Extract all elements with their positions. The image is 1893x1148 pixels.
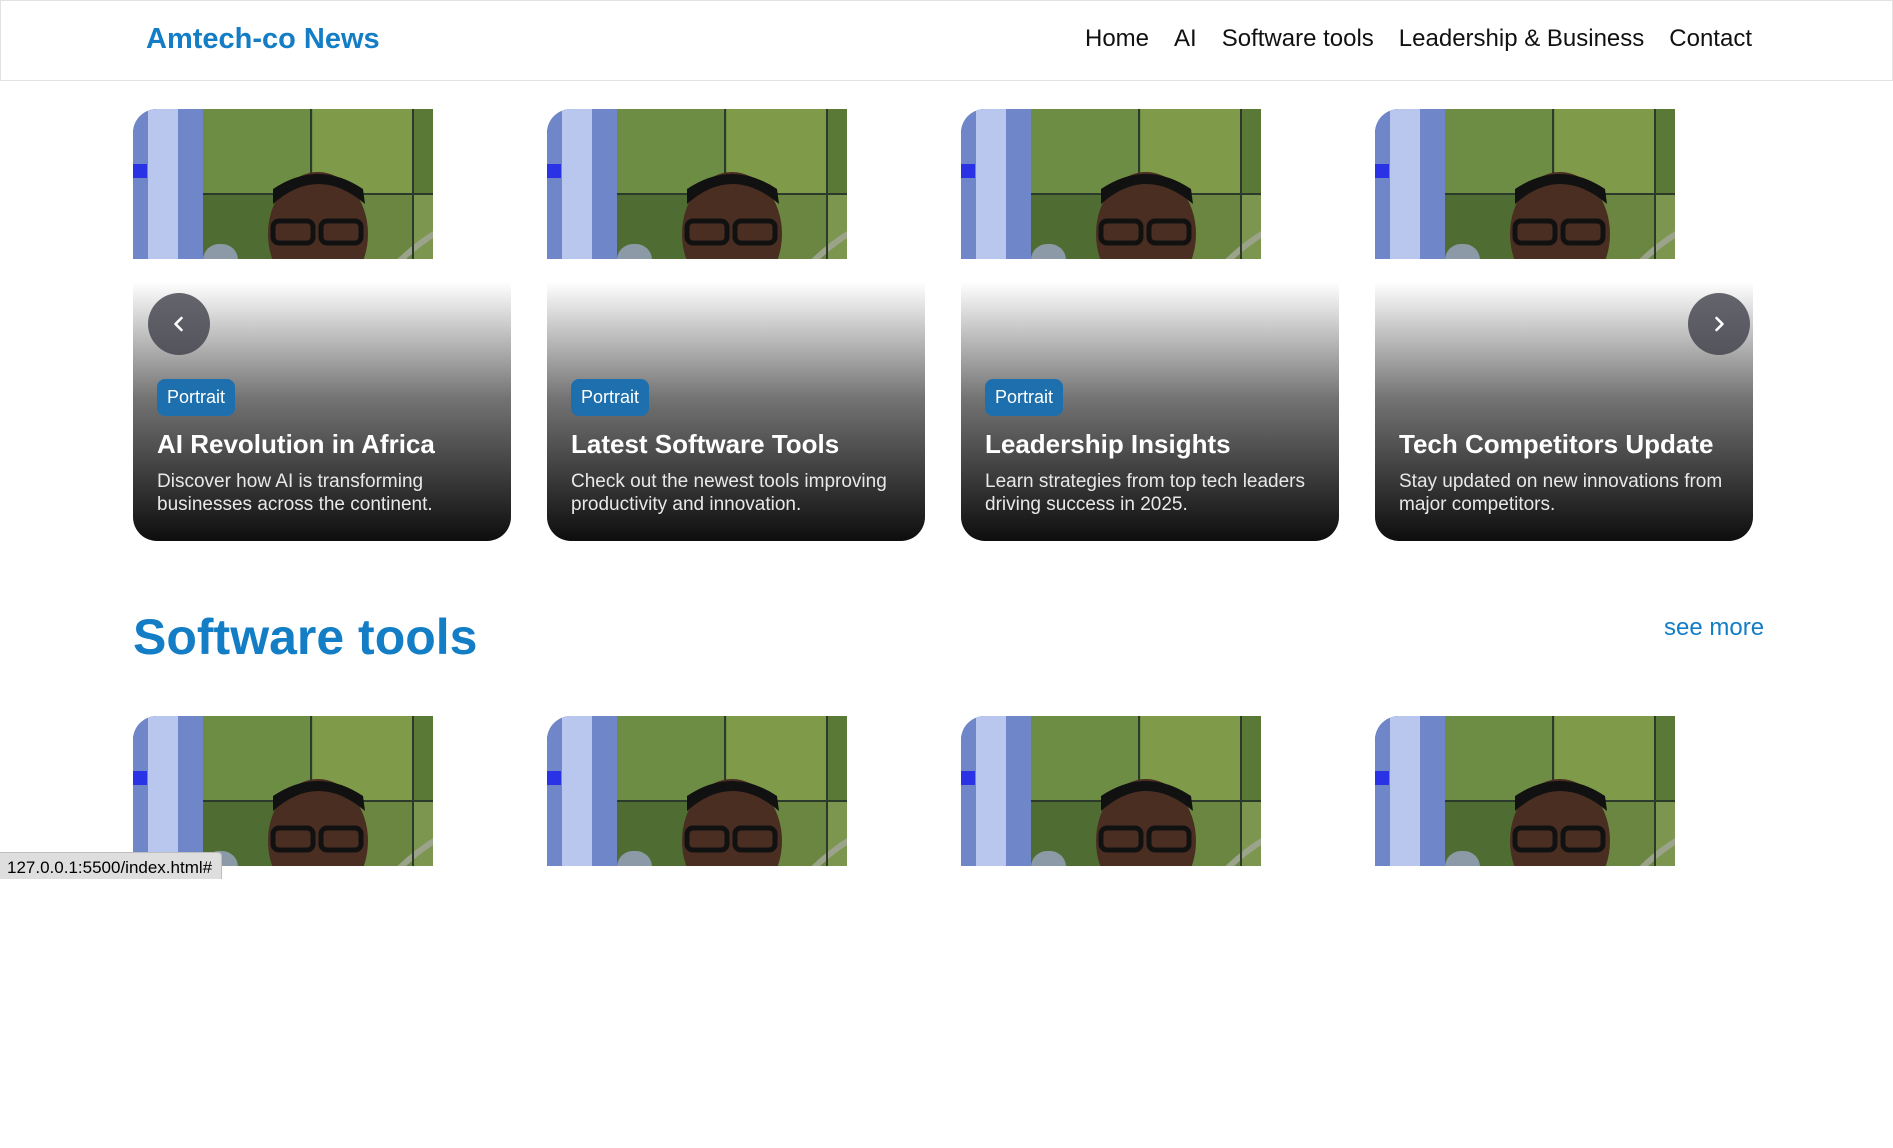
see-more-link[interactable]: see more [1664, 614, 1764, 642]
card-image [547, 716, 847, 866]
card-description: Discover how AI is transforming business… [157, 471, 433, 516]
main-nav: Home AI Software tools Leadership & Busi… [1060, 25, 1752, 53]
card-badge: Portrait [157, 378, 236, 416]
card-description: Learn strategies from top tech leaders d… [985, 471, 1306, 516]
site-header: Amtech-co News Home AI Software tools Le… [0, 0, 1893, 81]
card-image [133, 109, 433, 259]
browser-status-bar: 127.0.0.1:5500/index.html# [0, 852, 223, 879]
carousel-prev-button[interactable] [148, 293, 210, 355]
card-image [547, 109, 847, 259]
article-card[interactable] [961, 716, 1339, 1148]
card-content: Tech Competitors Update Stay updated on … [1399, 428, 1739, 517]
card-image [961, 109, 1261, 259]
card-content: Portrait AI Revolution in Africa Discove… [157, 378, 497, 517]
nav-contact[interactable]: Contact [1669, 25, 1752, 53]
article-card[interactable] [1375, 716, 1753, 1148]
card-description: Check out the newest tools improving pro… [571, 471, 887, 516]
card-title: Latest Software Tools [571, 428, 840, 459]
card-title: AI Revolution in Africa [157, 428, 435, 459]
chevron-left-icon [174, 316, 183, 332]
card-image [1375, 109, 1675, 259]
chevron-right-icon [1715, 316, 1724, 332]
carousel-card[interactable]: Portrait Latest Software Tools Check out… [547, 109, 925, 541]
article-card[interactable] [547, 716, 925, 1148]
article-card[interactable] [133, 716, 511, 1148]
card-title: Leadership Insights [985, 428, 1231, 459]
card-image [961, 716, 1261, 866]
card-description: Stay updated on new innovations from maj… [1399, 471, 1723, 516]
card-badge: Portrait [571, 378, 650, 416]
nav-home[interactable]: Home [1085, 25, 1149, 53]
card-title: Tech Competitors Update [1399, 428, 1714, 459]
section-title: Software tools [133, 609, 478, 665]
nav-ai[interactable]: AI [1174, 25, 1197, 53]
card-image [133, 716, 433, 866]
card-badge: Portrait [985, 378, 1064, 416]
card-image [1375, 716, 1675, 866]
brand-logo-link[interactable]: Amtech-co News [146, 23, 380, 56]
card-content: Portrait Leadership Insights Learn strat… [985, 378, 1325, 517]
card-content: Portrait Latest Software Tools Check out… [571, 378, 911, 517]
carousel-next-button[interactable] [1688, 293, 1750, 355]
nav-software-tools[interactable]: Software tools [1222, 25, 1374, 53]
carousel-card[interactable]: Portrait Leadership Insights Learn strat… [961, 109, 1339, 541]
nav-leadership-business[interactable]: Leadership & Business [1399, 25, 1644, 53]
